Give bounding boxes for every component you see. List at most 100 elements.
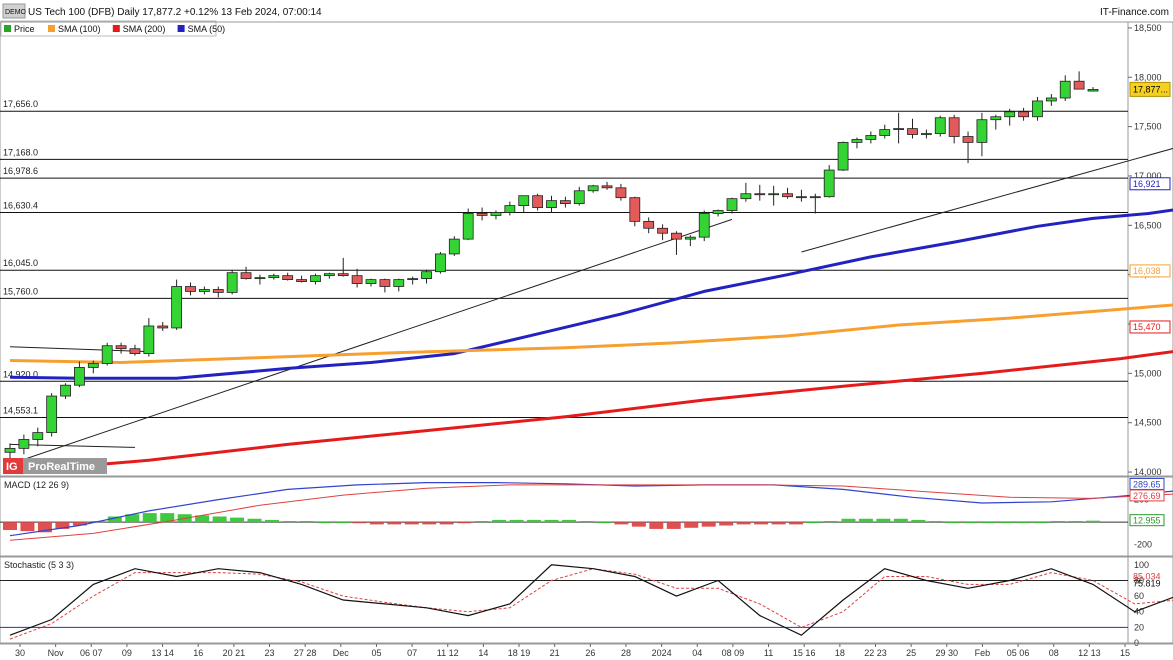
candle-body bbox=[559, 200, 571, 204]
macd-value-label: 276.69 bbox=[1133, 491, 1161, 501]
candle-body bbox=[254, 277, 266, 280]
ig-logo-text: IG bbox=[6, 461, 18, 473]
candle-body bbox=[490, 212, 502, 216]
x-tick-label: 30 bbox=[15, 648, 25, 658]
macd-hist-bar bbox=[352, 522, 367, 524]
candle-body bbox=[851, 139, 863, 143]
candle-body bbox=[990, 116, 1002, 121]
macd-title: MACD (12 26 9) bbox=[4, 480, 69, 490]
candle-body bbox=[476, 213, 488, 216]
macd-hist-bar bbox=[334, 522, 349, 524]
candle-body bbox=[310, 275, 321, 282]
x-tick-label: 29 30 bbox=[936, 648, 959, 658]
candle-body bbox=[74, 367, 85, 386]
candle-body bbox=[115, 345, 127, 350]
candle-body bbox=[740, 193, 752, 200]
legend: Price SMA (100) SMA (200) SMA (50) bbox=[0, 20, 225, 37]
candle-body bbox=[712, 210, 724, 214]
candle-body bbox=[629, 197, 641, 222]
macd-tick-label: -200 bbox=[1134, 540, 1152, 550]
current-price-label: 17,877... bbox=[1133, 84, 1168, 94]
macd-hist-bar bbox=[771, 522, 786, 525]
macd-hist-bar bbox=[946, 522, 961, 524]
candle-body bbox=[296, 279, 307, 282]
support-level-label: 16,630.4 bbox=[3, 200, 38, 210]
macd-hist-bar bbox=[265, 519, 280, 523]
support-level-label: 17,656.0 bbox=[3, 99, 38, 109]
macd-hist-bar bbox=[823, 521, 838, 523]
x-tick-label: 12 13 bbox=[1078, 648, 1101, 658]
candle-body bbox=[351, 275, 363, 284]
macd-hist-bar bbox=[596, 522, 611, 524]
macd-hist-bar bbox=[1016, 522, 1031, 524]
x-tick-label: 26 bbox=[585, 648, 595, 658]
stoch-tick-label: 60 bbox=[1134, 591, 1144, 601]
candle-body bbox=[671, 232, 682, 240]
candle-body bbox=[823, 169, 835, 198]
legend-label-0: Price bbox=[14, 24, 35, 34]
x-tick-label: 11 12 bbox=[437, 648, 459, 658]
candle-body bbox=[435, 253, 446, 273]
support-level-label: 16,045.0 bbox=[3, 258, 38, 268]
candle-body bbox=[337, 273, 349, 277]
macd-hist-bar bbox=[806, 522, 821, 524]
legend-swatch-0 bbox=[4, 25, 11, 32]
x-tick-label: 08 bbox=[1049, 648, 1059, 658]
candle-body bbox=[421, 271, 432, 280]
candle-body bbox=[698, 213, 710, 238]
legend-label-1: SMA (100) bbox=[58, 24, 101, 34]
macd-hist-bar bbox=[212, 516, 227, 523]
x-tick-label: 20 21 bbox=[223, 648, 246, 658]
candle-body bbox=[768, 193, 780, 196]
x-tick-label: 28 bbox=[621, 648, 631, 658]
candle-body bbox=[976, 119, 988, 143]
macd-hist-bar bbox=[142, 513, 157, 523]
candle-body bbox=[920, 133, 932, 135]
price-tick-label: 18,000 bbox=[1134, 72, 1162, 82]
macd-hist-bar bbox=[404, 522, 419, 525]
candle-body bbox=[101, 345, 113, 364]
macd-hist-bar bbox=[928, 521, 943, 523]
macd-hist-bar bbox=[20, 522, 35, 532]
candle-body bbox=[462, 213, 474, 240]
macd-hist-bar bbox=[684, 522, 699, 528]
candle-body bbox=[1032, 100, 1043, 118]
demo-badge-text: DEMO bbox=[5, 9, 27, 16]
candle-body bbox=[323, 273, 335, 277]
macd-hist-bar bbox=[876, 518, 891, 523]
x-tick-label: 13 14 bbox=[151, 648, 174, 658]
sma-end-label: 16,921 bbox=[1133, 179, 1161, 189]
stoch-title: Stochastic (5 3 3) bbox=[4, 560, 74, 570]
x-tick-label: 27 28 bbox=[294, 648, 317, 658]
macd-hist-bar bbox=[457, 522, 472, 524]
candle-body bbox=[240, 272, 252, 280]
macd-hist-bar bbox=[474, 521, 489, 523]
support-level-label: 14,553.1 bbox=[3, 405, 38, 415]
macd-hist-bar bbox=[701, 522, 716, 527]
price-tick-label: 16,500 bbox=[1134, 220, 1162, 230]
candle-body bbox=[532, 195, 544, 208]
x-tick-label: 14 bbox=[478, 648, 488, 658]
macd-hist-bar bbox=[963, 522, 978, 524]
x-tick-label: 15 bbox=[1120, 648, 1130, 658]
macd-hist-bar bbox=[282, 521, 297, 523]
x-tick-label: 07 bbox=[407, 648, 417, 658]
macd-hist-bar bbox=[736, 522, 751, 525]
candle-body bbox=[226, 272, 238, 293]
x-tick-label: 25 bbox=[906, 648, 916, 658]
candle-body bbox=[948, 117, 960, 137]
price-tick-label: 15,000 bbox=[1134, 368, 1162, 378]
macd-hist-bar bbox=[1086, 520, 1100, 523]
x-tick-label: 18 19 bbox=[508, 648, 531, 658]
macd-hist-bar bbox=[247, 518, 262, 523]
candle-body bbox=[32, 432, 44, 440]
candle-body bbox=[379, 279, 391, 287]
price-tick-label: 18,500 bbox=[1134, 23, 1162, 33]
macd-hist-bar bbox=[789, 522, 804, 525]
candle-body bbox=[87, 363, 99, 368]
macd-hist-bar bbox=[981, 522, 996, 524]
candle-body bbox=[504, 205, 516, 213]
macd-hist-bar bbox=[3, 522, 17, 531]
candle-body bbox=[837, 142, 849, 171]
candle-body bbox=[1087, 89, 1099, 92]
